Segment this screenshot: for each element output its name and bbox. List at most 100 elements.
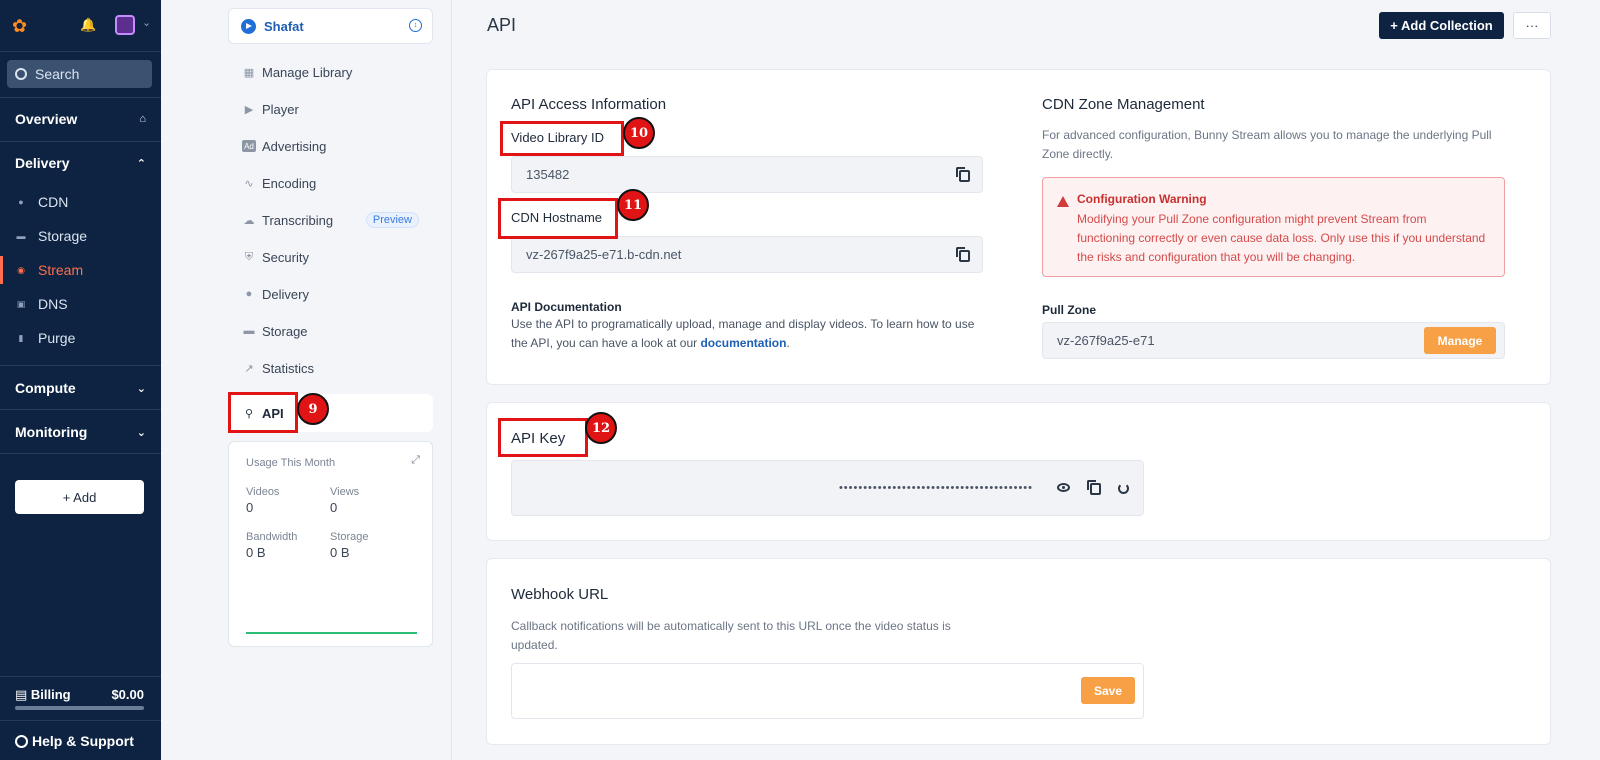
- ad-icon: Ad: [242, 140, 256, 152]
- chevron-updown-icon: ↕: [409, 19, 422, 32]
- nav-monitoring-label: Monitoring: [15, 424, 88, 440]
- usage-storage-label: Storage: [330, 531, 369, 543]
- webhook-text: Callback notifications will be automatic…: [511, 619, 951, 652]
- subnav-item-label: Player: [262, 101, 299, 117]
- cdn-zone-heading: CDN Zone Management: [1042, 96, 1205, 113]
- annotation-badge-9: 9: [297, 393, 329, 425]
- subnav-item-manage-library[interactable]: ▦ Manage Library: [228, 54, 433, 90]
- usage-views-label: Views: [330, 486, 360, 498]
- annotation-box-9: [228, 392, 298, 433]
- nav-compute[interactable]: Compute ⌄: [0, 377, 161, 399]
- usage-bandwidth-label: Bandwidth: [246, 531, 298, 543]
- trash-icon: ▮: [18, 332, 24, 343]
- help-support-link[interactable]: Help & Support: [15, 733, 134, 749]
- subnav-item-player[interactable]: ▶ Player: [228, 91, 433, 127]
- subnav-item-transcribing[interactable]: ☁ Transcribing Preview: [228, 202, 433, 238]
- usage-views-value: 0: [330, 500, 338, 515]
- webhook-url-input[interactable]: [511, 663, 1144, 719]
- chevron-down-icon: ⌄: [136, 426, 146, 439]
- lifebuoy-icon: [15, 734, 28, 748]
- bunny-logo-icon[interactable]: ✿: [12, 15, 34, 37]
- warning-text: Modifying your Pull Zone configuration m…: [1077, 212, 1486, 264]
- nav-item-purge[interactable]: ▮ Purge: [0, 324, 161, 352]
- nav-monitoring[interactable]: Monitoring ⌄: [0, 421, 161, 443]
- library-name: Shafat: [264, 18, 304, 34]
- library-selector[interactable]: Shafat ↕: [228, 8, 433, 44]
- nav-item-label: CDN: [38, 194, 69, 210]
- nav-item-cdn[interactable]: ● CDN: [0, 188, 161, 216]
- subnav-item-security[interactable]: ⛨ Security: [228, 239, 433, 275]
- subnav-item-delivery[interactable]: ● Delivery: [228, 276, 433, 312]
- billing-row[interactable]: ▤ Billing $0.00: [15, 687, 144, 703]
- nav-item-dns[interactable]: ▣ DNS: [0, 290, 161, 318]
- add-collection-button[interactable]: + Add Collection: [1379, 12, 1504, 39]
- avatar[interactable]: [115, 15, 135, 35]
- divider: [0, 676, 161, 677]
- divider: [0, 97, 161, 98]
- storage-icon: ▬: [16, 231, 26, 241]
- search-placeholder: Search: [35, 66, 80, 82]
- chart-icon: ↗: [244, 362, 254, 375]
- copy-icon[interactable]: [956, 247, 970, 262]
- manage-button[interactable]: Manage: [1424, 327, 1496, 354]
- billing-label: ▤ Billing: [15, 687, 71, 703]
- play-icon: [241, 18, 256, 34]
- annotation-box-11: [498, 198, 618, 239]
- bell-icon[interactable]: 🔔: [80, 17, 96, 33]
- api-access-heading: API Access Information: [511, 96, 667, 113]
- nav-item-stream[interactable]: ◉ Stream: [0, 256, 161, 284]
- more-options-button[interactable]: ···: [1513, 12, 1551, 39]
- nav-overview-label: Overview: [15, 111, 78, 127]
- webhook-card: Webhook URL Callback notifications will …: [486, 558, 1551, 745]
- subnav-item-label: Security: [262, 249, 309, 265]
- api-key-card: API Key ••••••••••••••••••••••••••••••••…: [486, 402, 1551, 541]
- chevron-down-icon[interactable]: ⌄: [142, 16, 151, 29]
- dns-icon: ▣: [16, 298, 26, 309]
- nav-overview[interactable]: Overview ⌂: [0, 108, 161, 130]
- subnav-item-label: Storage: [262, 323, 308, 339]
- storage-icon: ▬: [243, 325, 255, 337]
- save-button[interactable]: Save: [1081, 677, 1135, 704]
- api-key-field[interactable]: ••••••••••••••••••••••••••••••••••••••••: [511, 460, 1144, 516]
- page-title: API: [487, 15, 517, 35]
- nav-delivery-label: Delivery: [15, 155, 70, 171]
- refresh-icon[interactable]: [1118, 483, 1129, 494]
- documentation-link[interactable]: documentation: [700, 336, 786, 350]
- add-button[interactable]: + Add: [15, 480, 144, 514]
- divider: [0, 141, 161, 142]
- library-id-value: 135482: [526, 167, 570, 182]
- library-id-field[interactable]: 135482: [511, 156, 983, 193]
- subnav-item-storage[interactable]: ▬ Storage: [228, 313, 433, 349]
- nav-delivery[interactable]: Delivery ⌃: [0, 152, 161, 174]
- library-sidebar: Shafat ↕ ▦ Manage Library ▶ Player Ad Adver…: [161, 0, 452, 760]
- pull-zone-value: vz-267f9a25-e71: [1057, 333, 1155, 348]
- billing-value: $0.00: [111, 687, 144, 702]
- eye-icon[interactable]: [1057, 483, 1070, 492]
- divider: [0, 365, 161, 366]
- pull-zone-label: Pull Zone: [1042, 303, 1096, 317]
- search-icon: [15, 68, 27, 80]
- waveform-icon: ∿: [244, 177, 254, 190]
- film-icon: ▦: [243, 66, 255, 79]
- subnav-item-label: Manage Library: [262, 64, 353, 80]
- cdn-hostname-field[interactable]: vz-267f9a25-e71.b-cdn.net: [511, 236, 983, 273]
- usage-storage-value: 0 B: [330, 545, 350, 560]
- copy-icon[interactable]: [956, 167, 970, 182]
- subnav-item-encoding[interactable]: ∿ Encoding: [228, 165, 433, 201]
- configuration-warning: Configuration Warning Modifying your Pul…: [1042, 177, 1505, 277]
- search-input[interactable]: Search: [7, 60, 152, 88]
- chevron-down-icon: ⌄: [136, 382, 146, 395]
- subnav-item-advertising[interactable]: Ad Advertising: [228, 128, 433, 164]
- help-label: Help & Support: [32, 733, 134, 749]
- expand-icon[interactable]: ⤢: [411, 454, 420, 467]
- subnav-item-statistics[interactable]: ↗ Statistics: [228, 350, 433, 386]
- copy-icon[interactable]: [1087, 480, 1101, 495]
- nav-item-storage[interactable]: ▬ Storage: [0, 222, 161, 250]
- play-icon: ▶: [244, 103, 254, 116]
- chevron-up-icon: ⌃: [136, 157, 146, 170]
- webhook-heading: Webhook URL: [511, 586, 609, 603]
- nav-item-label: Storage: [38, 228, 88, 244]
- preview-badge: Preview: [365, 212, 419, 228]
- nav-item-label: Purge: [38, 330, 76, 346]
- shield-icon: ⛨: [244, 250, 254, 263]
